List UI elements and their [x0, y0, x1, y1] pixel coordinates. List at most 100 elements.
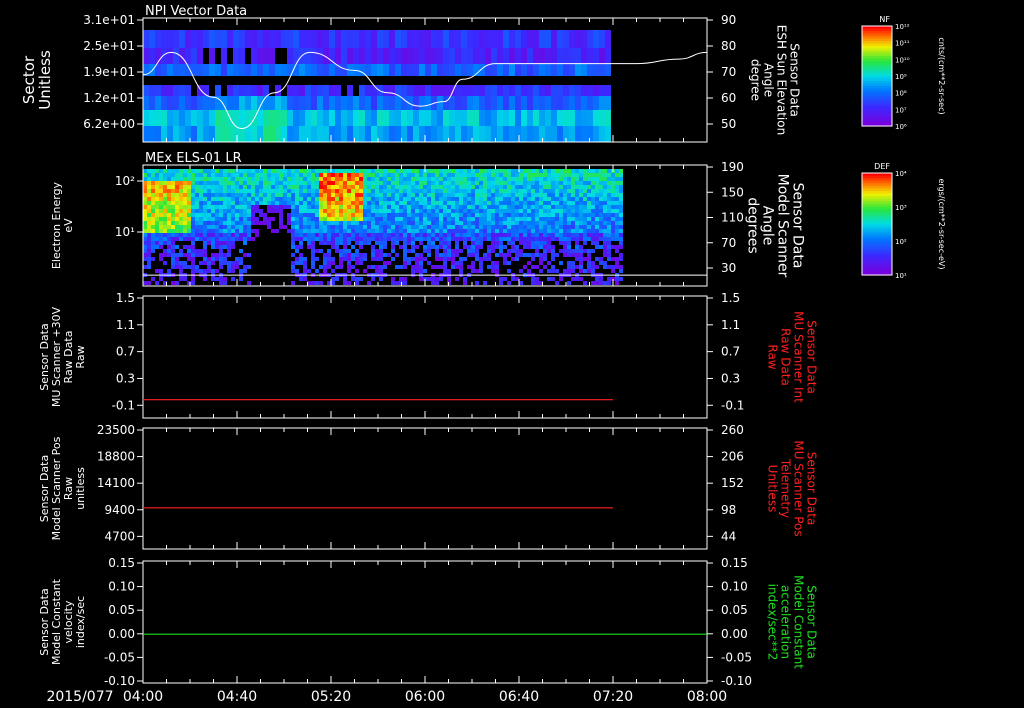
- heatmap-cell: [437, 48, 443, 64]
- heatmap-cell: [485, 126, 491, 142]
- heatmap-cell: [243, 193, 247, 197]
- heatmap-cell: [511, 221, 515, 225]
- heatmap-cell: [383, 205, 387, 209]
- heatmap-cell: [407, 64, 413, 76]
- heatmap-cell: [461, 110, 467, 126]
- heatmap-cell: [207, 233, 211, 237]
- heatmap-cell: [339, 265, 343, 269]
- heatmap-cell: [255, 177, 259, 181]
- heatmap-cell: [463, 241, 467, 245]
- heatmap-cell: [203, 225, 207, 229]
- heatmap-cell: [163, 201, 167, 205]
- heatmap-cell: [391, 217, 395, 221]
- heatmap-cell: [487, 217, 491, 221]
- heatmap-cell: [607, 225, 611, 229]
- heatmap-cell: [247, 181, 251, 185]
- heatmap-cell: [523, 209, 527, 213]
- heatmap-cell: [223, 209, 227, 213]
- heatmap-cell: [547, 225, 551, 229]
- heatmap-cell: [155, 229, 159, 233]
- heatmap-cell: [615, 237, 619, 241]
- heatmap-cell: [173, 96, 179, 110]
- heatmap-cell: [483, 253, 487, 257]
- heatmap-cell: [587, 169, 591, 173]
- heatmap-cell: [495, 189, 499, 193]
- heatmap-cell: [607, 257, 611, 261]
- heatmap-cell: [323, 241, 327, 245]
- heatmap-cell: [191, 257, 195, 261]
- heatmap-cell: [467, 48, 473, 64]
- heatmap-cell: [199, 197, 203, 201]
- heatmap-cell: [379, 233, 383, 237]
- heatmap-cell: [425, 85, 431, 96]
- heatmap-cell: [203, 193, 207, 197]
- heatmap-cell: [523, 217, 527, 221]
- heatmap-cell: [323, 229, 327, 233]
- heatmap-cell: [255, 193, 259, 197]
- heatmap-cell: [563, 241, 567, 245]
- heatmap-cell: [587, 173, 591, 177]
- heatmap-cell: [551, 96, 557, 110]
- heatmap-cell: [559, 189, 563, 193]
- heatmap-cell: [185, 30, 191, 48]
- heatmap-cell: [211, 245, 215, 249]
- heatmap-cell: [439, 197, 443, 201]
- heatmap-cell: [187, 233, 191, 237]
- heatmap-cell: [203, 30, 209, 48]
- heatmap-cell: [583, 221, 587, 225]
- heatmap-cell: [335, 181, 339, 185]
- heatmap-cell: [319, 249, 323, 253]
- heatmap-cell: [491, 229, 495, 233]
- heatmap-cell: [575, 85, 581, 96]
- heatmap-cell: [199, 173, 203, 177]
- heatmap-cell: [243, 241, 247, 245]
- heatmap-cell: [399, 169, 403, 173]
- heatmap-cell: [291, 229, 295, 233]
- heatmap-cell: [439, 189, 443, 193]
- heatmap-cell: [567, 281, 571, 285]
- heatmap-cell: [319, 233, 323, 237]
- heatmap-cell: [563, 253, 567, 257]
- heatmap-cell: [171, 173, 175, 177]
- heatmap-cell: [359, 126, 365, 142]
- heatmap-cell: [197, 96, 203, 110]
- heatmap-cell: [223, 169, 227, 173]
- heatmap-cell: [583, 233, 587, 237]
- heatmap-cell: [551, 257, 555, 261]
- heatmap-cell: [467, 110, 473, 126]
- heatmap-cell: [519, 193, 523, 197]
- heatmap-cell: [161, 30, 167, 48]
- heatmap-cell: [483, 197, 487, 201]
- heatmap-cell: [179, 177, 183, 181]
- heatmap-cell: [307, 169, 311, 173]
- heatmap-cell: [479, 193, 483, 197]
- heatmap-cell: [291, 213, 295, 217]
- heatmap-cell: [391, 213, 395, 217]
- heatmap-cell: [263, 48, 269, 64]
- heatmap-cell: [607, 233, 611, 237]
- heatmap-cell: [235, 237, 239, 241]
- heatmap-cell: [335, 30, 341, 48]
- heatmap-cell: [351, 189, 355, 193]
- heatmap-cell: [167, 64, 173, 76]
- heatmap-cell: [343, 277, 347, 281]
- heatmap-cell: [491, 85, 497, 96]
- heatmap-cell: [603, 229, 607, 233]
- heatmap-cell: [331, 233, 335, 237]
- heatmap-cell: [323, 225, 327, 229]
- heatmap-cell: [531, 277, 535, 281]
- heatmap-cell: [519, 173, 523, 177]
- heatmap-cell: [583, 209, 587, 213]
- heatmap-cell: [595, 181, 599, 185]
- heatmap-cell: [497, 96, 503, 110]
- heatmap-cell: [327, 193, 331, 197]
- heatmap-cell: [281, 96, 287, 110]
- heatmap-cell: [151, 169, 155, 173]
- heatmap-cell: [251, 96, 257, 110]
- heatmap-cell: [403, 237, 407, 241]
- heatmap-cell: [415, 245, 419, 249]
- heatmap-cell: [401, 64, 407, 76]
- heatmap-cell: [355, 249, 359, 253]
- heatmap-cell: [575, 185, 579, 189]
- heatmap-cell: [295, 217, 299, 221]
